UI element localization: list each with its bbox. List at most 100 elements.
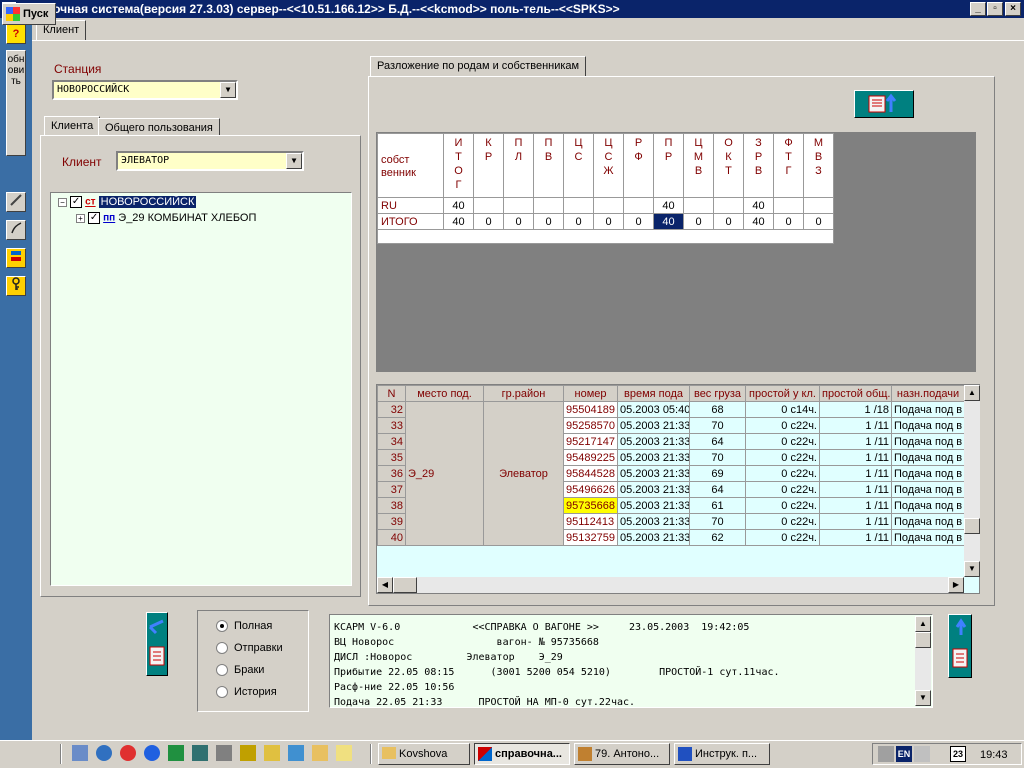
grid-column-header[interactable]: гр.район (483, 385, 564, 402)
wagon-number[interactable]: 95496626 (563, 481, 618, 498)
pivot-cell[interactable]: 40 (653, 197, 684, 214)
grid-column-header[interactable]: простой у кл. (745, 385, 820, 402)
pivot-cell[interactable]: 0 (623, 213, 654, 230)
pivot-cell[interactable]: 40 (743, 197, 774, 214)
key-icon[interactable] (6, 276, 26, 296)
folder-open-icon[interactable] (312, 745, 328, 761)
wagon-number[interactable]: 95489225 (563, 449, 618, 466)
row-number[interactable]: 40 (377, 529, 406, 546)
tab-breakdown[interactable]: Разложение по родам и собственникам (370, 56, 587, 76)
delivery-purpose[interactable]: Подача под в (891, 529, 965, 546)
radio-dot[interactable] (216, 686, 228, 699)
checkbox-checked[interactable]: ✓ (70, 196, 83, 209)
tab-common-use[interactable]: Общего пользования (98, 118, 220, 136)
delivery-purpose[interactable]: Подача под в (891, 497, 965, 514)
task-antonov[interactable]: 79. Антоно... (574, 743, 670, 765)
scroll-thumb[interactable] (964, 518, 980, 534)
pivot-cell[interactable]: 0 (473, 213, 504, 230)
msn-icon[interactable] (96, 745, 112, 761)
arrival-time[interactable]: 05.2003 21:33 (617, 449, 690, 466)
vertical-scrollbar[interactable]: ▲ ▼ (964, 385, 980, 577)
pivot-cell[interactable] (683, 197, 714, 214)
cargo-weight[interactable]: 62 (689, 529, 746, 546)
delivery-purpose[interactable]: Подача под в (891, 433, 965, 450)
client-idle[interactable]: 0 с22ч. (745, 465, 820, 482)
radio-full[interactable]: Полная (216, 620, 272, 633)
start-button[interactable]: Пуск (2, 3, 56, 25)
task-reference-system[interactable]: справочна... (474, 743, 570, 765)
radio-history[interactable]: История (216, 686, 277, 699)
pivot-cell[interactable] (593, 197, 624, 214)
internet-explorer-icon[interactable] (144, 745, 160, 761)
clock[interactable]: 19:43 (980, 749, 1008, 761)
cargo-weight[interactable]: 64 (689, 481, 746, 498)
radio-dot[interactable] (216, 664, 228, 677)
row-number[interactable]: 32 (377, 401, 406, 418)
checkbox-checked[interactable]: ✓ (88, 212, 101, 225)
pivot-cell[interactable] (623, 197, 654, 214)
previous-report-button[interactable] (146, 612, 168, 676)
cargo-weight[interactable]: 64 (689, 433, 746, 450)
row-number[interactable]: 35 (377, 449, 406, 466)
pivot-cell[interactable]: 40 (443, 197, 474, 214)
grid-column-header[interactable]: простой общ. (819, 385, 892, 402)
place-cell[interactable]: Э_29 (405, 401, 484, 546)
total-idle[interactable]: 1 /11 (819, 497, 892, 514)
collapse-icon[interactable]: − (58, 197, 67, 207)
total-idle[interactable]: 1 /11 (819, 529, 892, 546)
pivot-cell[interactable]: 0 (803, 213, 834, 230)
radio-shipments[interactable]: Отправки (216, 642, 283, 655)
wagon-number[interactable]: 95735668 (563, 497, 618, 514)
delivery-purpose[interactable]: Подача под в (891, 513, 965, 530)
calculator-icon[interactable] (192, 745, 208, 761)
grid-column-header[interactable]: назн.подачи (891, 385, 965, 402)
grid-column-header[interactable]: N (377, 385, 406, 402)
scroll-up-icon[interactable]: ▲ (915, 616, 931, 632)
scroll-thumb[interactable] (915, 632, 931, 648)
horizontal-scrollbar[interactable]: ◀ ▶ (377, 577, 964, 593)
client-combo[interactable]: ЭЛЕВАТОР ▼ (116, 151, 304, 171)
pivot-cell[interactable]: 0 (503, 213, 534, 230)
minimize-button[interactable]: _ (970, 2, 986, 16)
pivot-cell[interactable]: 0 (683, 213, 714, 230)
grid-column-header[interactable]: место под. (405, 385, 484, 402)
total-idle[interactable]: 1 /11 (819, 465, 892, 482)
expand-icon[interactable]: + (76, 213, 85, 223)
refresh-button[interactable]: обновить (6, 50, 26, 156)
info-scrollbar[interactable]: ▲ ▼ (915, 616, 931, 706)
help-button[interactable]: ? (6, 24, 26, 44)
keyboard-icon[interactable] (216, 745, 232, 761)
wagon-number[interactable]: 95112413 (563, 513, 618, 530)
pivot-row-name[interactable]: ИТОГО (377, 213, 444, 230)
client-idle[interactable]: 0 с22ч. (745, 513, 820, 530)
cargo-weight[interactable]: 69 (689, 465, 746, 482)
table-row[interactable]: 32 Э_29 Элеватор 95504189 05.2003 05:40 68 0 с… (377, 401, 965, 546)
pivot-cell[interactable] (533, 197, 564, 214)
wagon-number[interactable]: 95132759 (563, 529, 618, 546)
total-idle[interactable]: 1 /18 (819, 401, 892, 418)
client-tree[interactable] (50, 192, 352, 586)
scroll-left-icon[interactable]: ◀ (377, 577, 393, 593)
wagon-number[interactable]: 95217147 (563, 433, 618, 450)
scroll-down-icon[interactable]: ▼ (915, 690, 931, 706)
volume-icon[interactable] (878, 746, 894, 762)
arrival-time[interactable]: 05.2003 05:40 (617, 401, 690, 418)
pivot-cell[interactable] (503, 197, 534, 214)
row-number[interactable]: 38 (377, 497, 406, 514)
scroll-thumb[interactable] (393, 577, 417, 593)
radio-dot[interactable] (216, 642, 228, 655)
pivot-cell[interactable]: 0 (713, 213, 744, 230)
delivery-purpose[interactable]: Подача под в (891, 481, 965, 498)
pen-icon[interactable] (6, 220, 26, 240)
calendar-icon[interactable]: 23 (950, 746, 966, 762)
media-icon[interactable] (120, 745, 136, 761)
arrival-time[interactable]: 05.2003 21:33 (617, 497, 690, 514)
pivot-cell[interactable]: 0 (533, 213, 564, 230)
pivot-cell[interactable]: 0 (563, 213, 594, 230)
pencil-icon[interactable] (264, 745, 280, 761)
delivery-purpose[interactable]: Подача под в (891, 417, 965, 434)
radio-defects[interactable]: Браки (216, 664, 264, 677)
tab-client-own[interactable]: Клиента (44, 116, 101, 136)
cargo-weight[interactable]: 61 (689, 497, 746, 514)
grid-column-header[interactable]: вес груза (689, 385, 746, 402)
